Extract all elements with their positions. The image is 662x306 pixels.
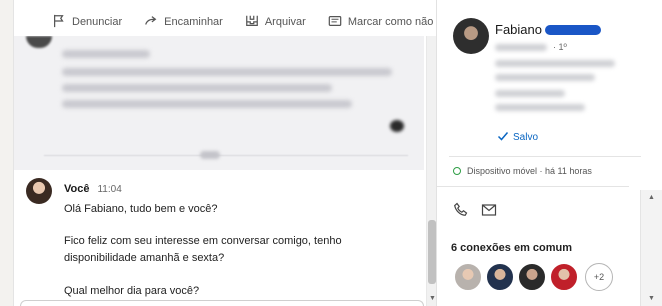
saved-button[interactable]: Salvo [497,130,538,145]
redacted-text-line [62,100,352,108]
presence-status: Dispositivo móvel · há 11 horas [453,166,592,176]
message-line: disponibilidade amanhã e sexta? [64,252,225,264]
message-line: Fico feliz com seu interesse em conversa… [64,235,342,247]
message-sender[interactable]: Você [64,183,89,195]
forward-label: Encaminhar [164,16,223,28]
redacted-read-receipt [390,120,404,132]
report-label: Denunciar [72,16,123,28]
mark-unread-button[interactable]: Marcar como não lida [328,14,454,31]
flag-icon [52,14,66,31]
check-icon [497,130,509,145]
mail-icon[interactable] [481,202,497,223]
contact-actions [453,202,497,223]
avatar[interactable] [26,178,52,204]
divider [449,156,641,157]
profile-sidebar: Fabiano · 1º Salvo Dispositivo móvel · h… [436,0,662,306]
avatar[interactable] [453,262,483,292]
forward-button[interactable]: Encaminhar [144,14,223,31]
compose-box[interactable] [20,300,424,306]
avatar[interactable] [453,18,489,54]
connection-degree: · 1º [553,42,567,52]
report-button[interactable]: Denunciar [52,14,122,31]
conversation-pane: Denunciar Encaminhar Arquivar Marcar com… [14,0,454,306]
sidebar-scrollbar[interactable]: ▲ ▼ [640,190,662,306]
profile-name[interactable]: Fabiano [495,22,542,37]
divider [437,186,629,187]
phone-icon[interactable] [453,202,469,223]
scroll-down-arrow-icon[interactable]: ▼ [429,295,436,302]
redacted-text-line [62,84,332,92]
redacted-text-line [495,44,547,51]
message-line: Qual melhor dia para você? [64,285,200,297]
left-panel-edge [0,0,14,306]
redacted-avatar [26,36,52,48]
redacted-text-line [495,104,585,111]
avatar[interactable] [517,262,547,292]
redacted-surname [545,25,601,35]
more-connections-badge[interactable]: +2 [585,263,613,291]
redacted-text-line [495,90,565,97]
saved-label: Salvo [513,132,539,143]
message-line: Olá Fabiano, tudo bem e você? [64,203,218,215]
message-thread: Você 11:04 Olá Fabiano, tudo bem e você?… [14,36,424,306]
redacted-text-line [62,50,150,58]
status-text: Dispositivo móvel · há 11 horas [467,166,592,176]
avatar[interactable] [549,262,579,292]
date-separator [14,148,424,162]
redacted-text-line [62,68,392,76]
archive-button[interactable]: Arquivar [245,14,306,31]
thread-scrollbar[interactable]: ▼ [426,36,436,306]
scroll-down-arrow-icon[interactable]: ▼ [648,295,655,302]
archive-icon [245,14,259,31]
envelope-icon [328,14,342,31]
scroll-thumb[interactable] [428,220,436,284]
redacted-text-line [495,60,615,67]
scroll-up-arrow-icon[interactable]: ▲ [648,194,655,201]
mutual-connections-title[interactable]: 6 conexões em comum [451,242,572,254]
online-status-icon [453,167,461,175]
redacted-text-line [495,74,595,81]
forward-arrow-icon [144,14,158,31]
profile-card: Fabiano · 1º Salvo [437,0,662,157]
message-time: 11:04 [97,184,122,195]
message-header: Você 11:04 [64,183,122,195]
avatar[interactable] [485,262,515,292]
archive-label: Arquivar [264,16,306,28]
mutual-connections-list: +2 [453,262,613,292]
